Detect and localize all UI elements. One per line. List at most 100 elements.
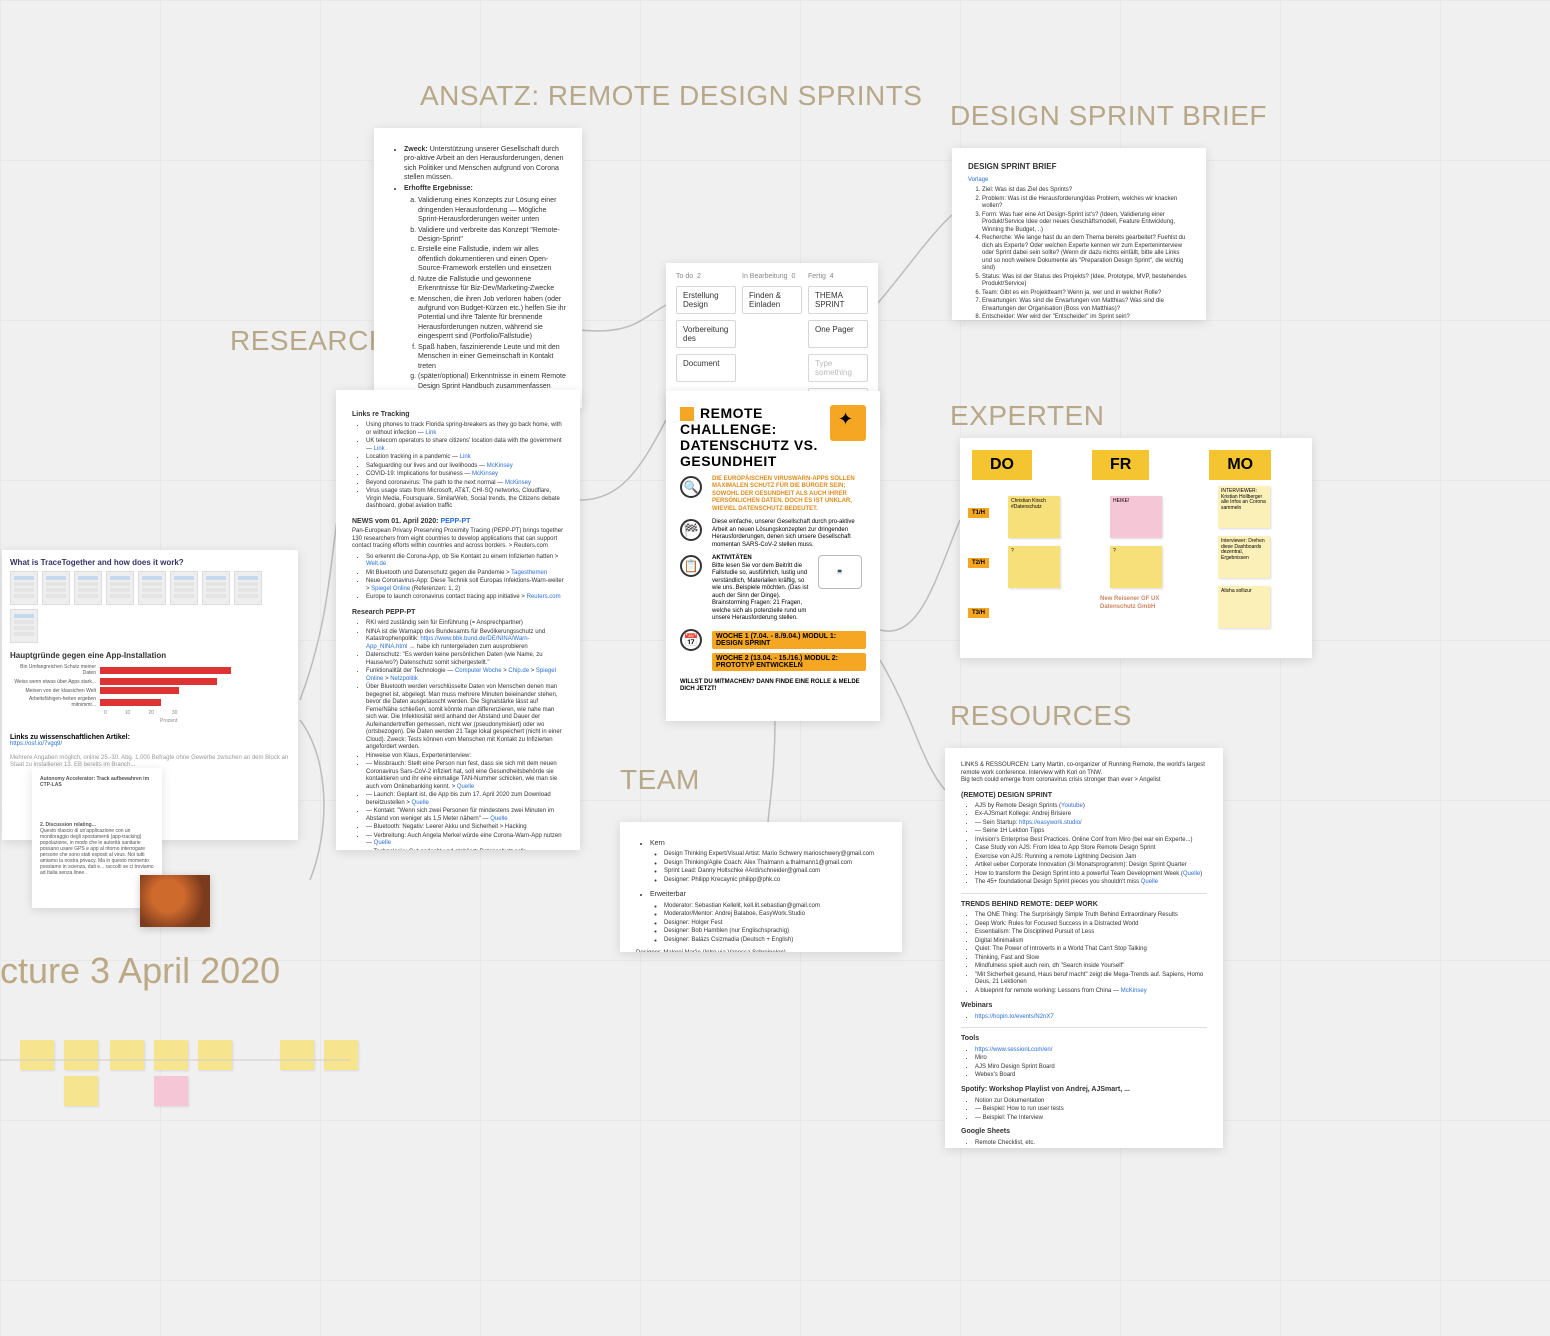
- bar-chart-axis: 0102030: [104, 710, 290, 716]
- list-item: — Beispiel: How to run user tests: [975, 1106, 1207, 1114]
- small-doc-1-title: Autonomy Accelerator: Track aufbewahren …: [40, 776, 154, 788]
- list-item: RKI wird zuständig sein für Einführung (…: [366, 620, 564, 628]
- list-item: Designer: Holger Fest: [664, 920, 886, 928]
- links-list: Using phones to track Florida spring-bre…: [352, 422, 564, 511]
- list-item: Recherche: Wie lange hast du an dem Them…: [982, 235, 1190, 273]
- brief-title: DESIGN SPRINT BRIEF: [968, 162, 1190, 173]
- news-title: NEWS vom 01. April 2020:: [352, 518, 439, 525]
- list-item: Design Thinking/Agile Coach: Alex Thalma…: [664, 860, 886, 868]
- challenge-poster[interactable]: REMOTE CHALLENGE: DATENSCHUTZ VS. GESUND…: [666, 391, 880, 721]
- list-item: NINA ist die Warnapp des Bundesamts für …: [366, 629, 564, 652]
- pepp-bullets: RKI wird zuständig sein für Einführung (…: [352, 620, 564, 850]
- photo-thumbnail[interactable]: [140, 875, 210, 927]
- day-tab-fr[interactable]: FR: [1092, 450, 1149, 480]
- team-doc[interactable]: Kern Design Thinking Expert/Visual Artis…: [620, 822, 902, 952]
- res-rds-title: (REMOTE) DESIGN SPRINT: [961, 791, 1207, 800]
- kanban-card[interactable]: Document: [676, 354, 736, 382]
- kanban-card-placeholder[interactable]: Type something: [808, 354, 868, 382]
- kanban-card[interactable]: THEMA SPRINT: [808, 286, 868, 314]
- checklist-icon: 📋: [680, 555, 702, 577]
- list-item: Erwartungen: Was sind die Erwartungen vo…: [982, 298, 1190, 313]
- kanban-card[interactable]: Finden & Einladen: [742, 286, 802, 314]
- list-item: Entscheider: Wer wird der "Entscheider" …: [982, 314, 1190, 320]
- res-trends-title: TRENDS BEHIND REMOTE: DEEP WORK: [961, 900, 1207, 909]
- list-item: — Technologie: Gut gedacht und etabliert…: [366, 849, 564, 850]
- news-bullets: So erkennt die Corona-App, ob Sie Kontak…: [352, 554, 564, 602]
- list-item: Safeguarding our lives and our livelihoo…: [366, 463, 564, 471]
- list-item: Status: Was ist der Status des Projekts?…: [982, 274, 1190, 289]
- poster-badge-2: WOCHE 2 (13.04. - 15./16.) MODUL 2: PROT…: [712, 653, 866, 671]
- sticky-note[interactable]: INTERVIEWER: Kristian Hollberger alle In…: [1218, 486, 1270, 528]
- act-label: AKTIVITÄTEN: [712, 555, 814, 563]
- list-item: — Verbreitung: Auch Angela Merkel würde …: [366, 833, 564, 848]
- chart-link[interactable]: https://osf.io/7vgq9/: [10, 741, 290, 749]
- ansatz-doc[interactable]: Zweck: Unterstützung unserer Gesellschaf…: [374, 128, 582, 408]
- list-item: https://hopin.to/events/N2nX7: [975, 1014, 1207, 1022]
- res-trends-list: The ONE Thing: The Surprisingly Simple T…: [961, 912, 1207, 995]
- list-item: Erstelle eine Fallstudie, indem wir alle…: [418, 245, 566, 273]
- list-item: Invision's Enterprise Best Practices. On…: [975, 837, 1207, 845]
- poster-blurb-1: DIE EUROPÄISCHEN VIRUSWARN-APPS SOLLEN M…: [712, 476, 866, 514]
- list-item: Essentialism: The Disciplined Pursuit of…: [975, 929, 1207, 937]
- research-doc[interactable]: Links re Tracking Using phones to track …: [336, 390, 580, 850]
- sticky-note[interactable]: ?: [1110, 546, 1162, 588]
- list-item: Quiet: The Power of Introverts in a Worl…: [975, 946, 1207, 954]
- res-sheets-list: Remote Checklist, etc.: [961, 1140, 1207, 1148]
- list-item: Hinweise von Klaus, Experteninterview:: [366, 753, 564, 761]
- list-item: — Sein Startup: https://easywork.studio/: [975, 820, 1207, 828]
- list-item: Exercise von AJS: Running a remote Light…: [975, 854, 1207, 862]
- list-item: Webex's Board: [975, 1072, 1207, 1080]
- res-webinars-list: https://hopin.to/events/N2nX7: [961, 1014, 1207, 1022]
- resources-doc[interactable]: LINKS & RESSOURCEN: Larry Martin, co-org…: [945, 748, 1223, 1148]
- list-item: — Beispiel: The Interview: [975, 1115, 1207, 1123]
- list-item: Ziel: Was ist das Ziel des Sprints?: [982, 187, 1190, 195]
- sticky-note[interactable]: Interviewer: Drehen diese Dashboards dez…: [1218, 536, 1270, 578]
- list-item: Using phones to track Florida spring-bre…: [366, 422, 564, 437]
- brief-doc[interactable]: DESIGN SPRINT BRIEF Vorlage Ziel: Was is…: [952, 148, 1206, 320]
- heading-lecture: cture 3 April 2020: [0, 950, 280, 992]
- erhoffte-label: Erhoffte Ergebnisse:: [404, 185, 473, 192]
- zweck-label: Zweck:: [404, 146, 428, 153]
- kanban-card[interactable]: Erstellung Design: [676, 286, 736, 314]
- list-item: Datenschutz: "Es werden keine persönlich…: [366, 652, 564, 667]
- list-item: https://www.sessionLcom/en/: [975, 1047, 1207, 1055]
- res-spotify-list: Notion zur Dokumentation— Beispiel: How …: [961, 1098, 1207, 1123]
- list-item: Nutze die Fallstudie und gewonnene Erken…: [418, 275, 566, 294]
- experten-board[interactable]: DO FR MO T1/H T2/H T3/H Christian Kirsch…: [960, 438, 1312, 658]
- list-item: Location tracking in a pandemic — Link: [366, 454, 564, 462]
- sticky-note[interactable]: HEIKE!: [1110, 496, 1162, 538]
- list-item: Miro: [975, 1055, 1207, 1063]
- res-spotify-title: Spotify: Workshop Playlist von Andrej, A…: [961, 1086, 1207, 1095]
- list-item: Designer: Balázs Csizmadia (Deutsch + En…: [664, 937, 886, 945]
- kanban-card[interactable]: Vorbereitung des: [676, 320, 736, 348]
- list-item: — Bluetooth: Negativ: Leerer Akku und Si…: [366, 824, 564, 832]
- day-tab-do[interactable]: DO: [972, 450, 1032, 480]
- sticky-note[interactable]: Alisha sollizur: [1218, 586, 1270, 628]
- list-item: Validiere und verbreite das Konzept "Rem…: [418, 226, 566, 245]
- kanban-card[interactable]: One Pager: [808, 320, 868, 348]
- poster-title-1: REMOTE CHALLENGE:: [680, 405, 777, 437]
- design-sprint-badge-icon: [830, 405, 866, 441]
- news-link[interactable]: PEPP-PT: [440, 518, 470, 525]
- zweck-text: Unterstützung unserer Gesellschaft durch…: [404, 146, 564, 181]
- res-sheets-title: Google Sheets: [961, 1128, 1207, 1137]
- flag-icon: 🏁: [680, 519, 702, 541]
- day-tab-mo[interactable]: MO: [1209, 450, 1271, 480]
- list-item: The ONE Thing: The Surprisingly Simple T…: [975, 912, 1207, 920]
- list-item: (später/optional) Erkenntnisse in einem …: [418, 372, 566, 391]
- list-item: Spaß haben, faszinierende Leute und mit …: [418, 343, 566, 371]
- list-item: Menschen, die ihren Job verloren haben (…: [418, 295, 566, 342]
- calendar-icon: 📅: [680, 629, 702, 651]
- list-item: UK telecom operators to share citizens' …: [366, 438, 564, 453]
- list-item: Mindfulness spielt auch rein, dh "Search…: [975, 963, 1207, 971]
- brief-vorlage-link[interactable]: Vorlage: [968, 177, 1190, 185]
- list-item: — Launch: Geplant ist, die App bis zum 1…: [366, 792, 564, 807]
- sticky-note[interactable]: Christian Kirsch #Datenschutz: [1008, 496, 1060, 538]
- list-item: Remote Checklist, etc.: [975, 1140, 1207, 1148]
- list-item: Artikel ueber Corporate Innovation (3i M…: [975, 862, 1207, 870]
- kanban-col-doing: In Bearbeitung: [742, 273, 788, 280]
- chart-header: What is TraceTogether and how does it wo…: [10, 558, 290, 567]
- res-intro: LINKS & RESSOURCEN: Larry Martin, co-org…: [961, 762, 1207, 777]
- pepp-title: Research PEPP-PT: [352, 608, 564, 617]
- sticky-note[interactable]: ?: [1008, 546, 1060, 588]
